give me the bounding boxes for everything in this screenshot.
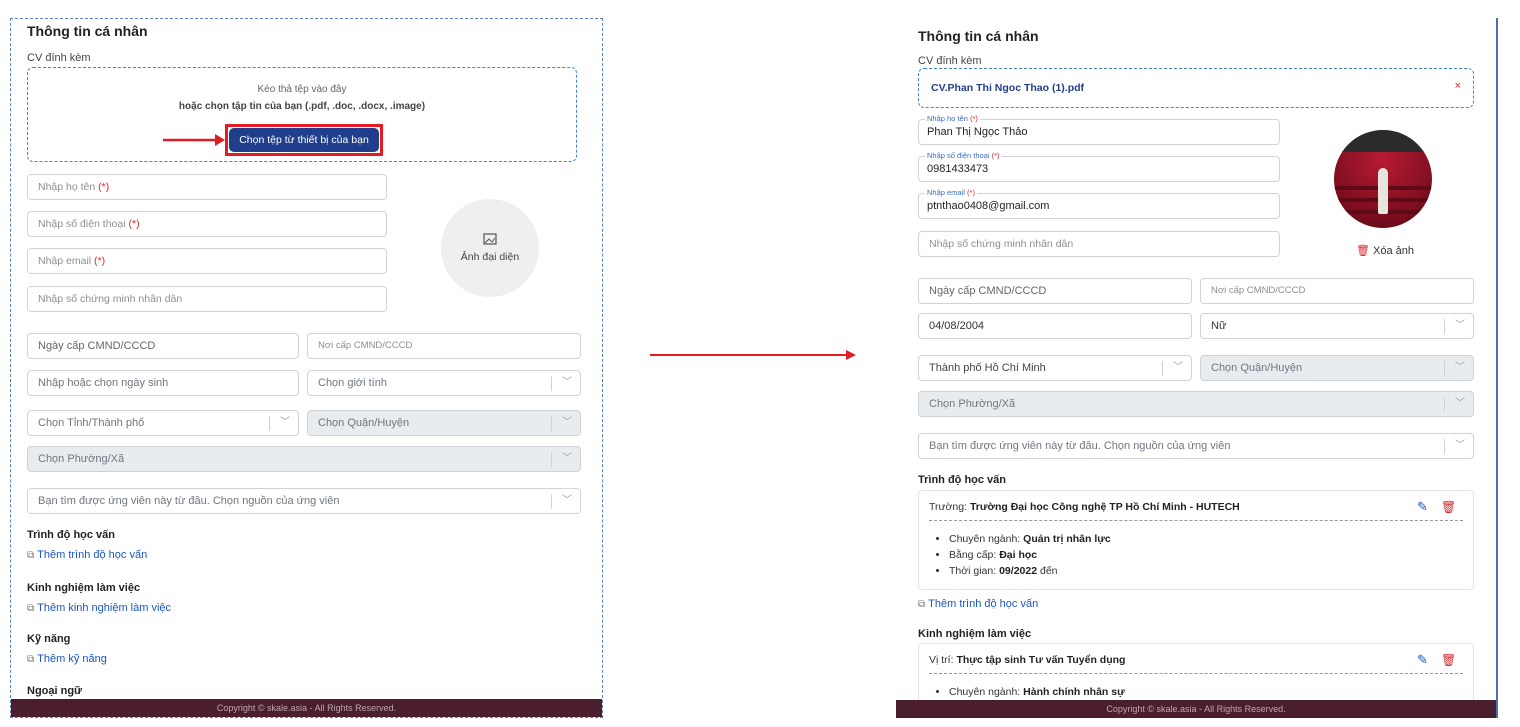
chevron-down-icon: ﹀ (1455, 398, 1465, 409)
id-number-input[interactable]: Nhập số chứng minh nhân dân (27, 286, 387, 312)
chevron-down-icon: ﹀ (562, 417, 572, 428)
add-copy-icon: ⧉ (27, 603, 35, 614)
language-title: Ngoại ngữ (27, 685, 83, 697)
edit-pencil-icon[interactable]: ✎ (1417, 499, 1428, 515)
delete-photo-button[interactable]: 🗑 Xóa ảnh (1356, 244, 1414, 257)
photo-ceiling (1334, 130, 1432, 152)
page-title: Thông tin cá nhân (27, 23, 148, 39)
avatar-label: Ảnh đại diện (460, 251, 520, 263)
cv-label: CV đính kèm (918, 55, 982, 67)
gender-select[interactable]: Chọn giới tính ﹀ (307, 370, 581, 396)
arrow-right-icon (163, 134, 225, 146)
cv-file-name[interactable]: CV.Phan Thi Ngoc Thao (1).pdf (931, 82, 1084, 94)
chevron-down-icon: ﹀ (1173, 362, 1183, 373)
remove-file-icon[interactable]: × (1455, 80, 1461, 92)
add-education-link[interactable]: ⧉ Thêm trình độ học vấn (27, 549, 147, 561)
footer: Copyright © skale.asia - All Rights Rese… (11, 699, 602, 717)
phone-input[interactable]: Nhập số điện thoại (*) (27, 211, 387, 237)
filled-form-panel: Thông tin cá nhân CV đính kèm CV.Phan Th… (896, 18, 1498, 718)
chevron-down-icon: ﹀ (562, 495, 572, 506)
list-item: Thời gian: 09/2022 đến (949, 563, 1111, 579)
image-icon (483, 233, 497, 245)
transition-arrow-icon (650, 350, 856, 360)
footer: Copyright © skale.asia - All Rights Rese… (896, 700, 1496, 718)
empty-form-panel: Thông tin cá nhân CV đính kèm Kéo thả tệ… (10, 18, 603, 718)
id-number-input[interactable]: Nhập số chứng minh nhân dân (918, 231, 1280, 257)
education-title: Trình độ học vấn (918, 474, 1007, 486)
province-select[interactable]: Thành phố Hồ Chí Minh ﹀ (918, 355, 1192, 381)
chevron-down-icon: ﹀ (562, 377, 572, 388)
phone-field[interactable]: Nhập số điện thoại (*) 0981433473 (918, 151, 1280, 182)
issue-place-input[interactable]: Nơi cấp CMND/CCCD (307, 333, 581, 359)
add-education-link[interactable]: ⧉ Thêm trình độ học vấn (918, 598, 1038, 610)
issue-place-input[interactable]: Nơi cấp CMND/CCCD (1200, 278, 1474, 304)
education-title: Trình độ học vấn (27, 529, 116, 541)
experience-details: Chuyên ngành: Hành chính nhân sự (949, 684, 1125, 700)
drop-instruction: Kéo thả tệp vào đây (257, 84, 347, 95)
chevron-down-icon: ﹀ (1455, 440, 1465, 451)
district-select[interactable]: Chọn Quận/Huyện ﹀ (1200, 355, 1474, 381)
experience-title: Kinh nghiệm làm việc (918, 628, 1032, 640)
email-field[interactable]: Nhập email (*) ptnthao0408@gmail.com (918, 188, 1280, 219)
list-item: Bằng cấp: Đại học (949, 547, 1111, 563)
delete-trash-icon[interactable]: 🗑 (1441, 500, 1456, 514)
add-copy-icon: ⧉ (27, 654, 35, 665)
education-card: Trường: Trường Đại học Công nghệ TP Hồ C… (918, 490, 1474, 590)
avatar-upload[interactable]: Ảnh đại diện (441, 199, 539, 297)
cv-file-box: CV.Phan Thi Ngoc Thao (1).pdf × (918, 68, 1474, 108)
add-experience-link[interactable]: ⧉ Thêm kinh nghiệm làm việc (27, 602, 171, 614)
add-copy-icon: ⧉ (27, 550, 35, 561)
drop-formats: hoặc chọn tập tin của bạn (.pdf, .doc, .… (178, 101, 426, 112)
chevron-down-icon: ﹀ (280, 417, 290, 428)
gender-select[interactable]: Nữ ﹀ (1200, 313, 1474, 339)
edit-pencil-icon[interactable]: ✎ (1417, 652, 1428, 668)
ward-select[interactable]: Chọn Phường/Xã ﹀ (918, 391, 1474, 417)
issue-date-input[interactable]: Ngày cấp CMND/CCCD (27, 333, 299, 359)
province-select[interactable]: Chọn Tỉnh/Thành phố ﹀ (27, 410, 299, 436)
chevron-down-icon: ﹀ (562, 453, 572, 464)
birthdate-input[interactable]: 04/08/2004 (918, 313, 1192, 339)
experience-position: Vị trí: Thực tập sinh Tư vấn Tuyển dụng (929, 654, 1126, 666)
choose-file-button[interactable]: Chọn tệp từ thiết bị của bạn (229, 128, 379, 152)
card-divider (929, 673, 1463, 674)
page-title: Thông tin cá nhân (918, 28, 1039, 44)
issue-date-input[interactable]: Ngày cấp CMND/CCCD (918, 278, 1192, 304)
photo-person (1378, 168, 1388, 214)
add-skills-link[interactable]: ⧉ Thêm kỹ năng (27, 653, 107, 665)
cv-dropzone[interactable]: Kéo thả tệp vào đây hoặc chọn tập tin củ… (27, 67, 577, 162)
experience-title: Kinh nghiệm làm việc (27, 582, 141, 594)
education-school: Trường: Trường Đại học Công nghệ TP Hồ C… (929, 501, 1240, 513)
cv-label: CV đính kèm (27, 52, 91, 64)
card-divider (929, 520, 1463, 521)
ward-select[interactable]: Chọn Phường/Xã ﹀ (27, 446, 581, 472)
avatar-photo (1334, 130, 1432, 228)
birthdate-input[interactable]: Nhập hoặc chọn ngày sinh (27, 370, 299, 396)
trash-icon: 🗑 (1356, 245, 1370, 257)
skills-title: Kỹ năng (27, 633, 71, 645)
education-details: Chuyên ngành: Quản trị nhân lực Bằng cấp… (949, 531, 1111, 579)
source-select[interactable]: Bạn tìm được ứng viên này từ đâu. Chọn n… (918, 433, 1474, 459)
district-select[interactable]: Chọn Quận/Huyện ﹀ (307, 410, 581, 436)
delete-trash-icon[interactable]: 🗑 (1441, 653, 1456, 667)
add-copy-icon: ⧉ (918, 599, 926, 610)
name-field[interactable]: Nhập họ tên (*) Phan Thị Ngọc Thảo (918, 114, 1280, 145)
list-item: Chuyên ngành: Hành chính nhân sự (949, 684, 1125, 700)
chevron-down-icon: ﹀ (1455, 362, 1465, 373)
source-select[interactable]: Bạn tìm được ứng viên này từ đâu. Chọn n… (27, 488, 581, 514)
chevron-down-icon: ﹀ (1455, 320, 1465, 331)
list-item: Chuyên ngành: Quản trị nhân lực (949, 531, 1111, 547)
email-input[interactable]: Nhập email (*) (27, 248, 387, 274)
name-input[interactable]: Nhập họ tên (*) (27, 174, 387, 200)
